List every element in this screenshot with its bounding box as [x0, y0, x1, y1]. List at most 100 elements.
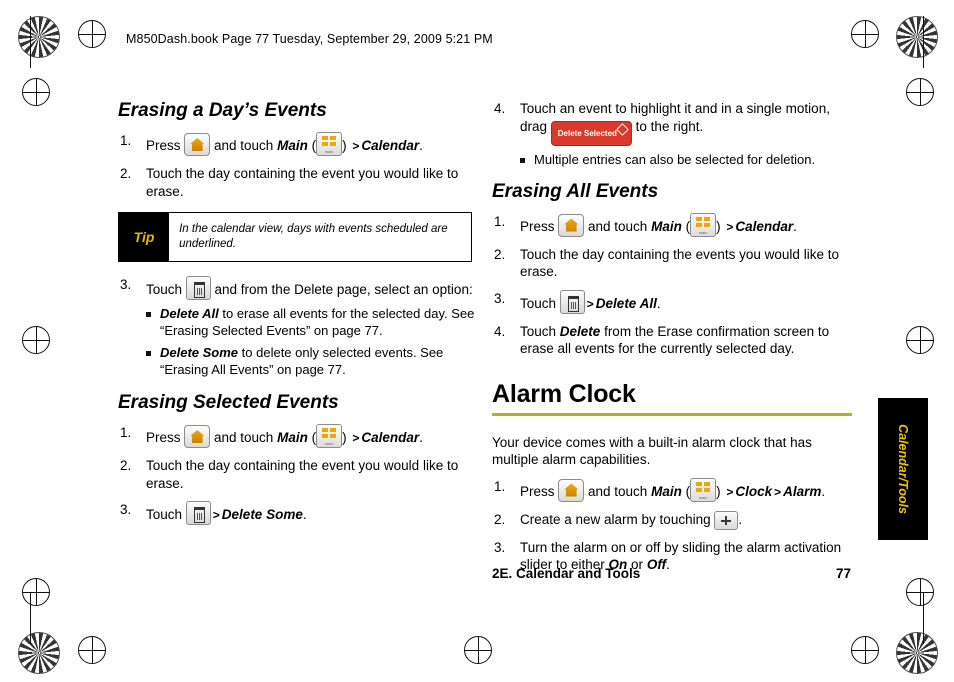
label-alarm: Alarm	[783, 483, 822, 499]
main-menu-key-icon	[690, 212, 717, 237]
home-key-icon	[184, 425, 211, 448]
label-calendar: Calendar	[735, 218, 794, 234]
step-text-and-touch: and touch	[210, 430, 278, 445]
heading-erasing-selected-events: Erasing Selected Events	[118, 392, 339, 413]
main-menu-key-icon	[690, 477, 717, 502]
registration-mark-bottom-center	[464, 636, 492, 664]
option-delete-some: Delete Some	[221, 507, 303, 522]
registration-mark-bottom-right	[851, 636, 879, 664]
footer-section-title: 2E. Calendar and Tools	[492, 566, 641, 581]
list-item: 1. Press and touch Main () >Calendar.	[492, 212, 852, 237]
step-text: Touch the day containing the event you w…	[146, 166, 459, 199]
heading-erasing-all-events: Erasing All Events	[492, 180, 659, 202]
option-delete-all: Delete All	[160, 306, 219, 321]
chevron-separator: >	[352, 139, 360, 153]
registration-mark-bottom-left	[78, 636, 106, 664]
home-key-icon	[558, 213, 585, 237]
step-number: 3.	[494, 539, 506, 555]
chapter-title-alarm-clock: Alarm Clock	[492, 379, 636, 408]
step-text: Touch the day containing the event you w…	[146, 458, 459, 491]
delete-selected-badge[interactable]: Delete Selected	[550, 120, 632, 146]
list-item: 2. Touch the day containing the event yo…	[118, 165, 478, 200]
label-main: Main	[651, 218, 682, 234]
crop-tick-right-top	[923, 16, 924, 68]
registration-mark-right-lower	[906, 578, 934, 606]
step-number: 1.	[120, 133, 132, 148]
step-text-press: Press	[520, 218, 559, 234]
step-text-post: to the right.	[631, 118, 704, 134]
step-number: 1.	[494, 213, 506, 229]
step3-sub-list: Delete All to erase all events for the s…	[146, 306, 478, 378]
halftone-mark-top-left	[18, 16, 60, 58]
paren-open: (	[681, 218, 691, 234]
step-number: 3.	[120, 277, 132, 292]
crop-tick-left-bottom	[30, 592, 31, 644]
chevron-separator: >	[352, 431, 360, 445]
list-item: Delete All to erase all events for the s…	[146, 306, 478, 339]
chevron-separator: >	[212, 508, 220, 522]
trash-key-icon	[559, 289, 585, 314]
list-item: 1. Press and touch Main () >Calendar.	[118, 132, 478, 156]
step-text-touch: Touch	[146, 282, 186, 297]
chapter-rule	[492, 412, 852, 416]
left-steps-list-2: 3. Touch and from the Delete page, selec…	[118, 276, 478, 378]
period: .	[419, 138, 423, 153]
chapter-lead-text: Your device comes with a built-in alarm …	[492, 434, 812, 467]
registration-mark-top-right	[851, 20, 879, 48]
paren-open: (	[307, 138, 317, 153]
home-key-icon	[184, 133, 211, 156]
registration-mark-right-upper	[906, 78, 934, 106]
step-text-and-touch: and touch	[584, 483, 652, 499]
step-text-touch: Touch	[520, 323, 560, 339]
period: .	[821, 483, 826, 499]
step-number: 3.	[494, 290, 506, 306]
list-item: 2. Touch the day containing the event yo…	[118, 457, 478, 492]
heading-erasing-a-days-events: Erasing a Day’s Events	[118, 100, 327, 121]
step-text-and-touch: and touch	[584, 218, 652, 234]
step-text-touch: Touch	[520, 295, 560, 311]
step-text-touch: Touch	[146, 507, 186, 522]
left-steps-list-1: 1. Press and touch Main () >Calendar. 2.…	[118, 132, 478, 200]
step4-sub-list: Multiple entries can also be selected fo…	[520, 152, 852, 169]
period: .	[738, 511, 743, 527]
step-number: 2.	[494, 246, 506, 262]
list-item: 3. Touch > Delete All.	[492, 289, 852, 314]
registration-mark-left-lower	[22, 578, 50, 606]
tip-label: Tip	[119, 213, 170, 261]
step-number: 1.	[494, 478, 506, 494]
crop-tick-right-bottom	[923, 592, 924, 644]
option-delete: Delete	[559, 323, 601, 339]
tip-text: In the calendar view, days with events s…	[179, 223, 448, 250]
step-number: 3.	[120, 502, 132, 517]
step-text-pre: Create a new alarm by touching	[520, 511, 715, 527]
halftone-mark-top-right	[896, 16, 938, 58]
step-text-rest: and from the Delete page, select an opti…	[210, 282, 473, 297]
step-text-press: Press	[520, 483, 559, 499]
chevron-separator: >	[586, 296, 594, 311]
option-delete-some: Delete Some	[160, 345, 239, 360]
footer-page-number: 77	[836, 566, 852, 581]
add-alarm-key-icon[interactable]	[714, 510, 739, 530]
halftone-mark-bottom-left	[18, 632, 60, 674]
alarm-steps-list: 1. Press and touch Main () >Clock>Alarm.…	[492, 477, 852, 574]
step-number: 2.	[494, 511, 506, 527]
label-calendar: Calendar	[361, 430, 420, 445]
chevron-separator-2: >	[774, 484, 782, 499]
step-number: 4.	[494, 101, 506, 116]
page-footer: 2E. Calendar and Tools 77	[492, 566, 892, 581]
tip-box: Tip In the calendar view, days with even…	[118, 212, 472, 262]
step-number: 2.	[120, 166, 132, 181]
page-canvas: M850Dash.book Page 77 Tuesday, September…	[0, 0, 954, 682]
step-text-press: Press	[146, 138, 185, 153]
chevron-separator: >	[726, 484, 734, 499]
paren-open: (	[307, 430, 317, 445]
step-number: 2.	[120, 458, 132, 473]
right-column: 4. Touch an event to highlight it and in…	[492, 100, 852, 583]
step-number: 4.	[494, 323, 506, 339]
right-steps-list: 1. Press and touch Main () >Calendar. 2.…	[492, 212, 852, 358]
right-steps-list-continued: 4. Touch an event to highlight it and in…	[492, 100, 852, 169]
label-main: Main	[651, 483, 682, 499]
registration-mark-right-middle	[906, 326, 934, 354]
trash-key-icon	[185, 501, 211, 525]
trash-key-icon	[185, 276, 211, 300]
